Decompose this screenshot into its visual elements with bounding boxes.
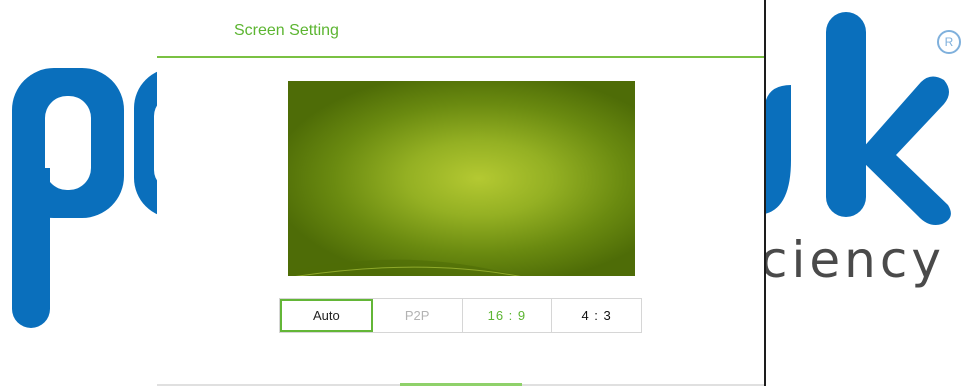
screen: R ciency Screen Setting Auto P2P 16 : 9 …	[0, 0, 971, 386]
logo-letter-k-region	[766, 0, 971, 386]
screen-setting-dialog: Screen Setting Auto P2P 16 : 9 4 : 3	[157, 0, 764, 386]
logo-letter-p	[12, 68, 124, 328]
aspect-p2p-button[interactable]: P2P	[373, 299, 463, 332]
aspect-ratio-selector: Auto P2P 16 : 9 4 : 3	[279, 298, 642, 333]
title-divider	[157, 56, 764, 58]
logo-tagline: ciency	[760, 231, 945, 289]
registered-mark: R	[937, 30, 961, 54]
aspect-4-3-button[interactable]: 4 : 3	[552, 299, 641, 332]
dialog-title: Screen Setting	[234, 22, 339, 39]
aspect-auto-button[interactable]: Auto	[280, 299, 373, 332]
divider	[764, 0, 766, 386]
preview-swoosh-decoration	[288, 259, 635, 276]
aspect-16-9-button[interactable]: 16 : 9	[463, 299, 553, 332]
screen-preview	[288, 81, 635, 276]
